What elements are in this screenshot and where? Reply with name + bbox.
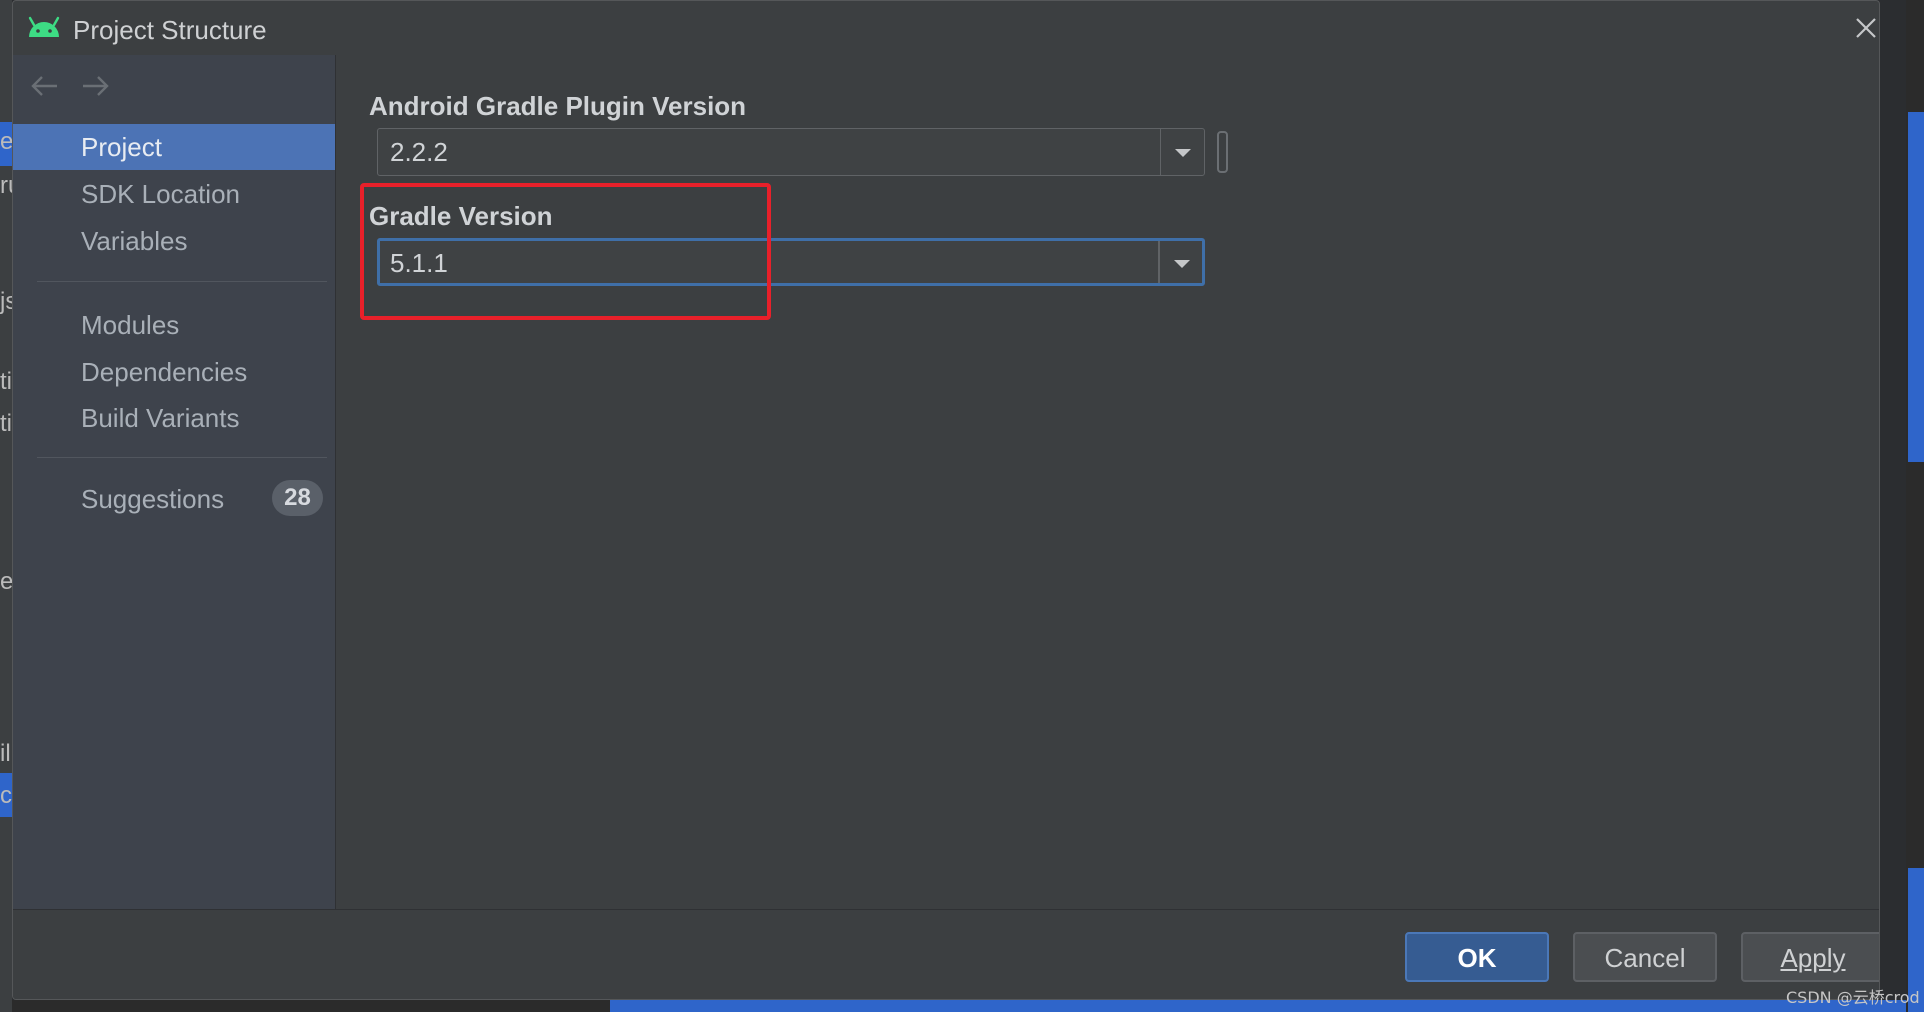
sidebar: Project SDK Location Variables Modules D… bbox=[13, 55, 336, 909]
sidebar-item-label: Build Variants bbox=[81, 403, 240, 433]
sidebar-item-label: Modules bbox=[81, 310, 180, 340]
suggestions-count-badge: 28 bbox=[272, 480, 323, 516]
close-icon[interactable] bbox=[1851, 13, 1880, 43]
sidebar-item-label: Project bbox=[81, 132, 162, 162]
combo-scroll-handle[interactable] bbox=[1217, 131, 1228, 173]
background-text: ru bbox=[0, 172, 12, 199]
background-text: ti bbox=[0, 368, 12, 395]
dialog-title: Project Structure bbox=[73, 15, 267, 45]
agp-version-dropdown-button[interactable] bbox=[1160, 129, 1204, 175]
gradle-version-combobox[interactable]: 5.1.1 bbox=[377, 238, 1205, 286]
agp-version-combobox[interactable]: 2.2.2 bbox=[377, 128, 1205, 176]
background-status-highlight bbox=[610, 1000, 1906, 1012]
background-text: e bbox=[0, 128, 12, 155]
sidebar-item-dependencies[interactable]: Dependencies bbox=[13, 349, 335, 395]
sidebar-item-modules[interactable]: Modules bbox=[13, 302, 335, 348]
background-text: il bbox=[0, 740, 11, 767]
chevron-down-icon bbox=[1175, 149, 1191, 157]
dialog-titlebar: Project Structure bbox=[13, 1, 1880, 55]
apply-button[interactable]: Apply bbox=[1741, 932, 1879, 982]
sidebar-item-label: SDK Location bbox=[81, 179, 240, 209]
project-settings-panel: Android Gradle Plugin Version 2.2.2 Grad… bbox=[336, 55, 1879, 909]
sidebar-item-build-variants[interactable]: Build Variants bbox=[13, 395, 335, 441]
sidebar-item-variables[interactable]: Variables bbox=[13, 218, 335, 264]
apply-button-label: Apply bbox=[1780, 943, 1846, 973]
ok-button[interactable]: OK bbox=[1405, 932, 1549, 982]
background-text: js bbox=[0, 288, 12, 315]
cancel-button[interactable]: Cancel bbox=[1573, 932, 1717, 982]
gradle-version-label: Gradle Version bbox=[369, 201, 553, 231]
background-scroll-highlight bbox=[1908, 112, 1924, 462]
sidebar-item-label: Variables bbox=[81, 226, 188, 256]
dialog-footer: OK Cancel Apply bbox=[13, 909, 1879, 999]
forward-arrow-icon[interactable] bbox=[79, 71, 113, 101]
sidebar-separator bbox=[37, 281, 327, 282]
sidebar-item-label: Dependencies bbox=[81, 357, 248, 387]
sidebar-separator bbox=[37, 457, 327, 458]
agp-version-label: Android Gradle Plugin Version bbox=[369, 91, 747, 121]
chevron-down-icon bbox=[1174, 260, 1190, 268]
watermark: CSDN @云桥crod bbox=[1786, 988, 1920, 1007]
back-arrow-icon[interactable] bbox=[27, 71, 61, 101]
background-text: co bbox=[0, 782, 12, 809]
agp-version-value: 2.2.2 bbox=[390, 137, 448, 167]
sidebar-item-sdk-location[interactable]: SDK Location bbox=[13, 171, 335, 217]
gradle-version-value: 5.1.1 bbox=[390, 248, 448, 278]
background-text: es bbox=[0, 568, 12, 595]
android-icon bbox=[28, 16, 60, 37]
background-text: ti bbox=[0, 410, 12, 437]
project-structure-dialog: Project Structure Project SDK Location V… bbox=[12, 0, 1880, 1000]
sidebar-item-project[interactable]: Project bbox=[13, 124, 335, 170]
sidebar-item-label: Suggestions bbox=[81, 484, 225, 514]
gradle-version-dropdown-button[interactable] bbox=[1158, 241, 1202, 283]
